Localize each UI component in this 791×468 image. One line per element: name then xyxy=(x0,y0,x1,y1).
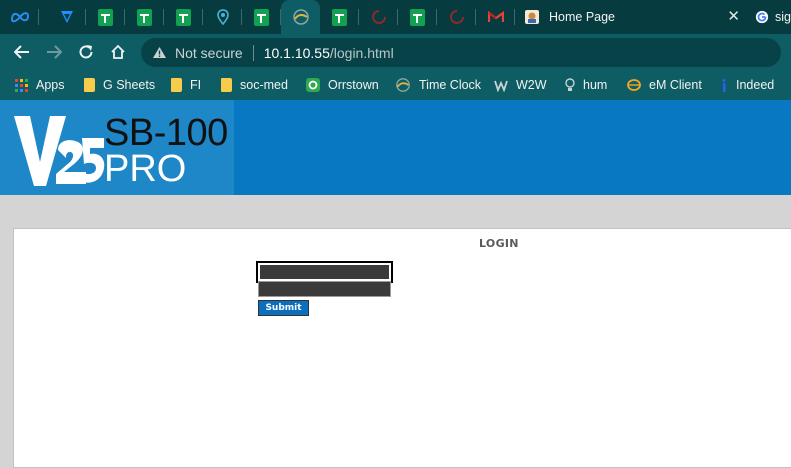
reload-button[interactable] xyxy=(72,38,100,66)
bookmark-label: soc-med xyxy=(240,78,288,92)
site-favicon-icon xyxy=(525,10,539,24)
tab-sheets-6[interactable] xyxy=(398,0,437,34)
url-path: /login.html xyxy=(329,44,394,61)
google-sheets-icon xyxy=(176,8,191,26)
warning-icon xyxy=(153,47,166,58)
tab-spinner-1[interactable] xyxy=(359,0,398,34)
indeed-icon xyxy=(720,78,728,92)
tab-gmail[interactable] xyxy=(476,0,515,34)
spinner-icon xyxy=(371,10,386,24)
bookmark-orrstown[interactable]: Orrstown xyxy=(306,70,379,100)
tab-vector[interactable] xyxy=(47,0,86,34)
google-sheets-icon xyxy=(332,8,347,26)
forward-arrow-icon xyxy=(47,45,62,59)
browser-toolbar: Not secure 10.1.10.55/login.html xyxy=(0,34,791,70)
bookmark-label: Apps xyxy=(36,78,65,92)
google-sheets-icon xyxy=(137,8,152,26)
bookmark-time-clock[interactable]: Time Clock xyxy=(395,70,481,100)
bookmark-apps[interactable]: Apps xyxy=(15,70,65,100)
bookmark-w2w[interactable]: W2W xyxy=(494,70,547,100)
google-sheets-icon xyxy=(98,8,113,26)
vector-logo-icon xyxy=(60,11,73,23)
sb100-pro-logo: SB-100 PRO xyxy=(0,100,234,195)
bookmark-label: Indeed xyxy=(736,78,775,92)
tab-google-label: sig xyxy=(775,10,791,24)
orrstown-icon xyxy=(306,78,320,92)
tab-sheets-2[interactable] xyxy=(125,0,164,34)
bookmark-g-sheets[interactable]: G Sheets xyxy=(84,70,155,100)
tab-meta[interactable] xyxy=(0,0,39,34)
home-icon xyxy=(111,44,125,59)
google-sheets-icon xyxy=(410,8,425,26)
bulb-icon xyxy=(565,77,575,93)
close-tab-icon[interactable]: ✕ xyxy=(727,9,740,25)
timeclock-icon xyxy=(292,9,309,25)
folder-icon xyxy=(84,78,95,92)
forward-button[interactable] xyxy=(40,38,68,66)
bookmark-label: Time Clock xyxy=(419,78,482,92)
v25-logo-mark xyxy=(14,116,105,186)
bookmark-label: FI xyxy=(190,78,202,92)
gmail-icon xyxy=(487,11,504,22)
page-content: SB-100 PRO LOGIN Submit xyxy=(0,100,791,468)
tab-sheets-4[interactable] xyxy=(242,0,281,34)
google-icon xyxy=(755,10,769,24)
logo-pro-text: PRO xyxy=(104,148,187,190)
meta-icon xyxy=(10,12,29,23)
login-heading: LOGIN xyxy=(479,237,519,250)
password-input[interactable] xyxy=(258,281,391,297)
bookmark-label: hum xyxy=(583,78,608,92)
apps-grid-icon xyxy=(15,78,28,92)
timeclock-icon xyxy=(395,77,411,93)
tab-sheets-1[interactable] xyxy=(86,0,125,34)
login-panel: LOGIN Submit xyxy=(13,228,791,468)
tab-home-page[interactable]: Home Page ✕ xyxy=(524,0,746,34)
reload-icon xyxy=(79,45,93,59)
bookmark-fi[interactable]: FI xyxy=(171,70,201,100)
bookmark-soc-med[interactable]: soc-med xyxy=(221,70,288,100)
tab-location[interactable] xyxy=(203,0,242,34)
spinner-icon xyxy=(449,10,464,24)
bookmark-label: G Sheets xyxy=(103,78,156,92)
tab-title-label: Home Page xyxy=(549,10,616,24)
tab-sheets-5[interactable] xyxy=(320,0,359,34)
bookmark-label: Orrstown xyxy=(328,78,379,92)
tab-sheets-3[interactable] xyxy=(164,0,203,34)
bookmark-hum[interactable]: hum xyxy=(565,70,607,100)
back-button[interactable] xyxy=(8,38,36,66)
bookmark-indeed[interactable]: Indeed xyxy=(720,70,774,100)
tab-timeclock[interactable] xyxy=(281,0,320,34)
folder-icon xyxy=(171,78,182,92)
folder-icon xyxy=(221,78,232,92)
bookmark-label: eM Client xyxy=(649,78,702,92)
google-sheets-icon xyxy=(254,8,269,26)
tab-strip: Home Page ✕ sig xyxy=(0,0,791,34)
logo-model-text: SB-100 xyxy=(104,112,228,154)
location-pin-icon xyxy=(216,9,229,25)
username-input[interactable] xyxy=(256,261,393,283)
header-banner: SB-100 PRO xyxy=(0,100,791,195)
bookmarks-bar: Apps G Sheets FI soc-med Orrstown Time C… xyxy=(0,70,791,100)
back-arrow-icon xyxy=(14,45,29,59)
home-button[interactable] xyxy=(104,38,132,66)
address-divider xyxy=(252,44,254,61)
bookmark-label: W2W xyxy=(516,78,547,92)
address-bar[interactable]: Not secure 10.1.10.55/login.html xyxy=(141,38,781,67)
bookmark-em-client[interactable]: eM Client xyxy=(627,70,702,100)
not-secure-label: Not secure xyxy=(175,44,243,61)
tab-google[interactable]: sig xyxy=(746,0,791,34)
submit-button[interactable]: Submit xyxy=(258,300,309,316)
url-host: 10.1.10.55 xyxy=(263,44,330,61)
w2w-icon xyxy=(494,78,508,92)
tab-spinner-2[interactable] xyxy=(437,0,476,34)
emclient-icon xyxy=(627,78,641,92)
